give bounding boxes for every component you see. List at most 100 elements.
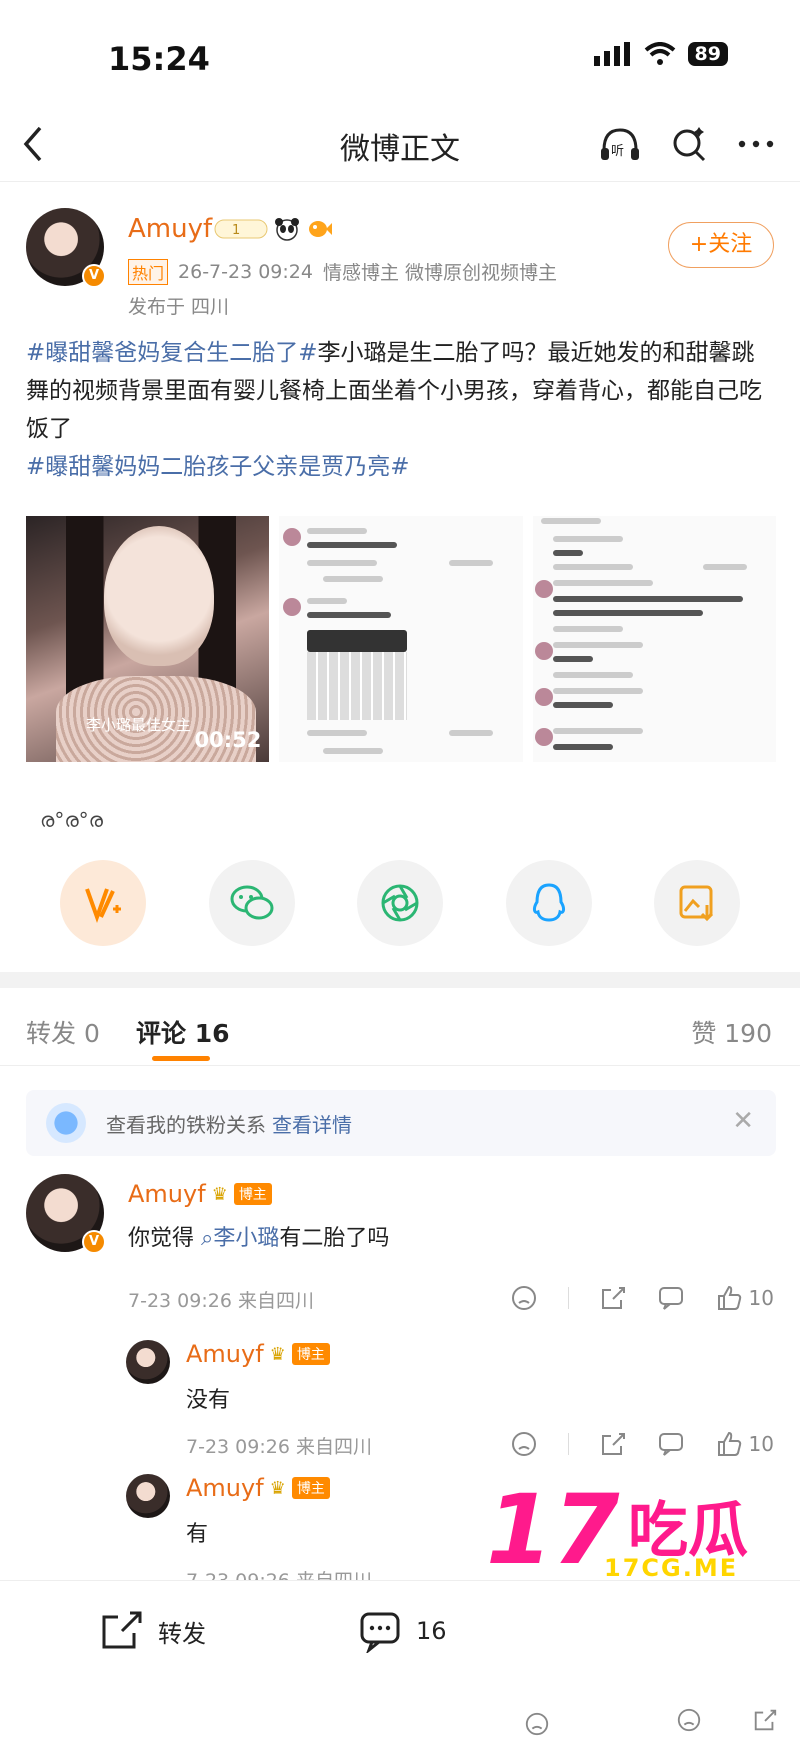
shot-avatar xyxy=(534,580,553,598)
reply-author-name: Amuyf xyxy=(186,1474,264,1502)
author-name[interactable]: Amuyf xyxy=(128,214,212,244)
signal-icon xyxy=(593,42,630,66)
watermark-url: 17CG.ME xyxy=(604,1554,739,1582)
search-icon[interactable] xyxy=(670,124,708,164)
tab-comment[interactable]: 评论 16 xyxy=(136,1014,230,1050)
share-icon[interactable] xyxy=(599,1430,627,1458)
verified-icon: V xyxy=(82,1230,106,1254)
tab-like[interactable]: 赞 190 xyxy=(691,1014,772,1050)
search-keyword: 李小璐 xyxy=(213,1226,280,1251)
host-badge: 博主 xyxy=(291,1343,330,1365)
moments-share-button[interactable] xyxy=(357,860,443,946)
interaction-tabs: 转发 0 评论 16 赞 190 xyxy=(0,1000,800,1066)
comment-icon[interactable] xyxy=(657,1284,685,1312)
reply-author[interactable]: Amuyf ♛ 博主 xyxy=(186,1340,330,1368)
listen-icon[interactable]: 听 xyxy=(598,124,642,164)
shot-keyboard xyxy=(307,652,408,720)
shot-avatar xyxy=(534,642,553,660)
fan-banner-link[interactable]: 查看详情 xyxy=(272,1113,352,1137)
divider xyxy=(567,1433,569,1455)
emoticon-bubble: ര°ര°ര xyxy=(40,808,103,832)
avatar[interactable] xyxy=(126,1340,170,1384)
more-icon[interactable] xyxy=(736,124,776,164)
crown-icon: ♛ xyxy=(211,1183,228,1205)
close-icon[interactable]: ✕ xyxy=(732,1106,754,1136)
wechat-share-button[interactable] xyxy=(208,860,295,946)
shot-line xyxy=(307,542,398,548)
repost-button[interactable]: 转发 xyxy=(100,1609,206,1653)
comment-text-pre: 你觉得 xyxy=(128,1226,201,1251)
reply-author-name: Amuyf xyxy=(186,1340,264,1368)
post-location: 发布于 四川 xyxy=(128,296,230,318)
site-watermark: 17 吃瓜 17CG.ME xyxy=(486,1474,786,1594)
author-avatar[interactable]: V xyxy=(26,208,106,288)
repost-icon xyxy=(102,1611,142,1649)
dislike-icon[interactable] xyxy=(510,1430,538,1458)
shot-line xyxy=(552,550,583,556)
reply-text: 没有 xyxy=(186,1388,231,1413)
like-button[interactable]: 10 xyxy=(715,1284,774,1312)
shot-line xyxy=(552,642,643,648)
save-image-button[interactable] xyxy=(654,860,740,946)
avatar[interactable] xyxy=(126,1474,170,1518)
crown-icon: ♛ xyxy=(269,1477,286,1499)
dislike-icon[interactable] xyxy=(524,1711,550,1737)
watermark-number: 17 xyxy=(486,1474,620,1586)
panda-icon xyxy=(275,218,299,241)
share-icon[interactable] xyxy=(752,1707,778,1733)
dislike-icon[interactable] xyxy=(510,1284,538,1312)
shot-line xyxy=(540,518,601,524)
nav-actions: 听 xyxy=(598,124,776,164)
search-link[interactable]: ⌕李小璐 xyxy=(201,1226,279,1251)
comment-author[interactable]: Amuyf ♛ 博主 xyxy=(128,1180,272,1208)
shot-line xyxy=(307,612,392,618)
qq-icon xyxy=(532,883,565,922)
thumbs-up-icon xyxy=(717,1285,741,1310)
comment-text: 你觉得 ⌕李小璐有二胎了吗 xyxy=(128,1220,389,1252)
section-divider xyxy=(0,972,800,988)
screenshot-image[interactable] xyxy=(279,516,523,762)
post-header: V Amuyf 1 热门 26-7-23 09:24 情感博主 微博原创视频博主… xyxy=(0,200,800,320)
like-button[interactable]: 10 xyxy=(715,1430,774,1458)
video-duration: 00:52 xyxy=(194,728,262,752)
qq-share-button[interactable] xyxy=(505,860,592,946)
reply-text: 有 xyxy=(186,1522,209,1547)
reply-actions: 10 xyxy=(510,1430,774,1458)
media-row: 李小璐最佳女主 00:52 xyxy=(26,516,776,762)
dislike-icon[interactable] xyxy=(676,1707,702,1733)
battery-indicator: 89 xyxy=(687,42,728,66)
like-count: 10 xyxy=(748,1286,774,1310)
weibo-repost-share-button[interactable] xyxy=(60,860,146,946)
follow-button[interactable]: +关注 xyxy=(668,222,774,268)
status-icons: 89 xyxy=(593,42,728,66)
fan-banner-text: 查看我的铁粉关系 查看详情 xyxy=(106,1109,352,1138)
avatar[interactable]: V xyxy=(26,1174,106,1254)
share-row xyxy=(60,860,740,946)
shot-line xyxy=(552,744,613,750)
topic-link[interactable]: #曝甜馨妈妈二胎孩子父亲是贾乃亮# xyxy=(26,454,410,480)
shot-line xyxy=(552,564,633,570)
share-icon[interactable] xyxy=(599,1284,627,1312)
reply-author[interactable]: Amuyf ♛ 博主 xyxy=(186,1474,330,1502)
shot-line xyxy=(307,560,378,566)
shot-line xyxy=(702,564,747,570)
comment-icon xyxy=(360,1612,400,1653)
moments-icon xyxy=(381,884,419,922)
comment-button[interactable]: 16 xyxy=(358,1609,447,1653)
topic-link[interactable]: #曝甜馨爸妈复合生二胎了# xyxy=(26,340,318,366)
shot-line xyxy=(552,672,633,678)
verified-icon: V xyxy=(82,264,106,288)
shot-line xyxy=(307,528,368,534)
tab-repost[interactable]: 转发 0 xyxy=(26,1014,100,1050)
screenshot-image[interactable] xyxy=(532,516,776,762)
shot-line xyxy=(307,598,348,604)
shot-keyboard-top xyxy=(307,630,408,652)
shot-avatar xyxy=(283,598,302,616)
fish-icon xyxy=(309,221,332,237)
comment-icon[interactable] xyxy=(657,1430,685,1458)
comment-text-post: 有二胎了吗 xyxy=(279,1226,390,1251)
post-timestamp: 26-7-23 09:24 xyxy=(178,260,313,283)
video-thumbnail[interactable]: 李小璐最佳女主 00:52 xyxy=(26,516,270,762)
shot-line xyxy=(323,748,384,754)
fan-relationship-banner[interactable]: 查看我的铁粉关系 查看详情 ✕ xyxy=(26,1090,776,1156)
